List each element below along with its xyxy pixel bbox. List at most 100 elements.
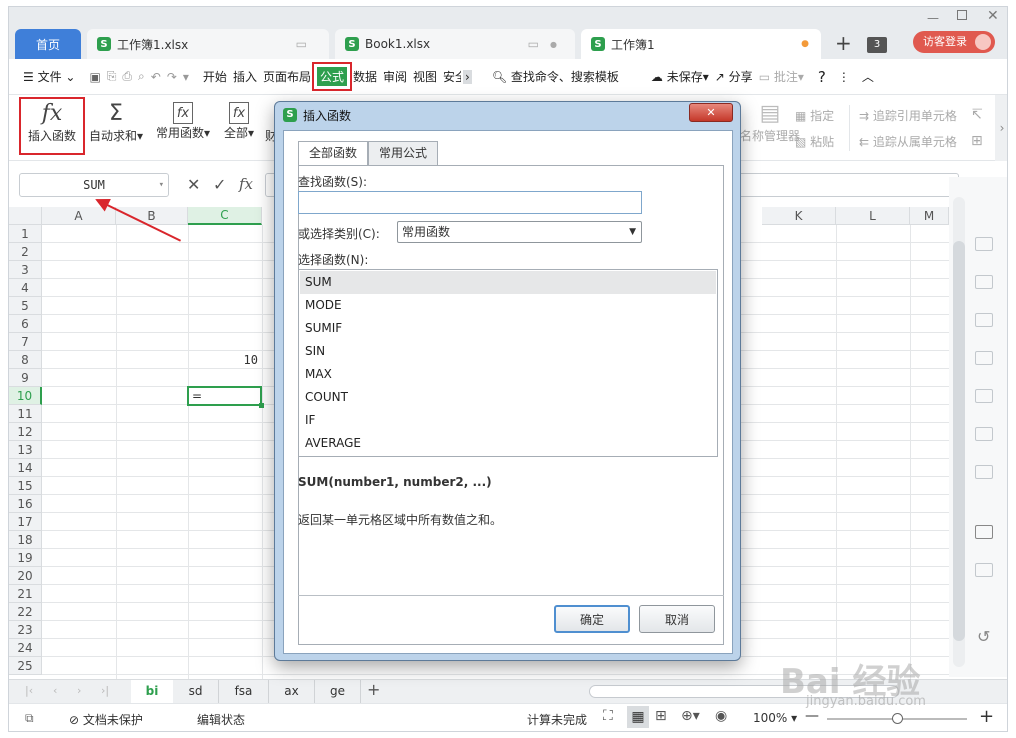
function-item-sumif[interactable]: SUMIF	[300, 317, 716, 340]
row-header[interactable]: 12	[9, 423, 42, 441]
row-header[interactable]: 18	[9, 531, 42, 549]
row-header[interactable]: 11	[9, 405, 42, 423]
row-header[interactable]: 20	[9, 567, 42, 585]
close-icon[interactable]: ✕	[987, 8, 999, 24]
cancel-button[interactable]: 取消	[639, 605, 715, 633]
zoom-slider-thumb[interactable]	[892, 713, 903, 724]
sheet-tab-ge[interactable]: ge	[315, 680, 361, 703]
function-list[interactable]: SUM MODE SUMIF SIN MAX COUNT IF AVERAGE	[298, 269, 718, 457]
more-options-icon[interactable]: ⋮	[838, 70, 850, 84]
eye-protect-icon[interactable]: ◉	[715, 708, 727, 724]
history-icon[interactable]: ↺	[977, 627, 990, 646]
tab-count-badge[interactable]: 3	[867, 37, 887, 53]
scrollbar-thumb[interactable]	[953, 241, 965, 641]
side-image-icon[interactable]	[975, 563, 993, 577]
help-icon[interactable]: ?	[818, 68, 826, 86]
zoom-out-icon[interactable]: —	[805, 708, 819, 724]
macro-icon[interactable]: ⧉	[25, 711, 34, 726]
category-select[interactable]: 常用函数 ▼	[397, 221, 642, 243]
login-button[interactable]: 访客登录	[913, 31, 995, 53]
row-header[interactable]: 6	[9, 315, 42, 333]
ok-button[interactable]: 确定	[554, 605, 630, 633]
menu-insert[interactable]: 插入	[233, 68, 257, 85]
function-item-sin[interactable]: SIN	[300, 340, 716, 363]
specify-button[interactable]: ▦ 指定	[795, 107, 834, 124]
protect-status[interactable]: ⊘ 文档未保护	[69, 711, 143, 728]
row-header[interactable]: 25	[9, 657, 42, 675]
sheet-nav-first-icon[interactable]: |‹	[25, 684, 33, 697]
function-item-average[interactable]: AVERAGE	[300, 432, 716, 455]
undo-icon[interactable]: ↶	[151, 70, 161, 84]
sheet-tab-ax[interactable]: ax	[269, 680, 315, 703]
all-functions-button[interactable]: fx 全部▾	[221, 99, 257, 155]
row-header[interactable]: 16	[9, 495, 42, 513]
menu-security[interactable]: 安全	[443, 68, 461, 85]
side-grid-icon[interactable]	[975, 313, 993, 327]
row-header[interactable]: 13	[9, 441, 42, 459]
menu-file[interactable]: ☰ 文件 ⌄	[23, 68, 75, 85]
comment-button[interactable]: ▭ 批注▾	[759, 68, 804, 85]
function-item-max[interactable]: MAX	[300, 363, 716, 386]
sheet-tab-sd[interactable]: sd	[173, 680, 219, 703]
maximize-icon[interactable]	[957, 10, 967, 20]
common-functions-button[interactable]: fx 常用函数▾	[153, 99, 213, 155]
sheet-tab-fsa[interactable]: fsa	[219, 680, 269, 703]
sheet-nav-next-icon[interactable]: ›	[77, 684, 81, 697]
menu-start[interactable]: 开始	[203, 68, 227, 85]
name-box[interactable]: SUM ▾	[19, 173, 169, 197]
select-all-corner[interactable]	[9, 207, 42, 225]
split-view-icon[interactable]: ⊕▾	[681, 708, 700, 724]
menu-scroll-right-icon[interactable]: ›	[463, 69, 472, 84]
dialog-close-button[interactable]: ✕	[689, 103, 733, 122]
redo-icon[interactable]: ↷	[167, 70, 177, 84]
fill-handle[interactable]	[259, 403, 264, 408]
minimize-icon[interactable]: —	[927, 11, 939, 25]
row-header[interactable]: 10	[9, 387, 42, 405]
sheet-tab-bi[interactable]: bi	[131, 680, 173, 703]
row-header[interactable]: 4	[9, 279, 42, 297]
menu-formula[interactable]: 公式	[311, 62, 352, 91]
zoom-level[interactable]: 100% ▾	[753, 711, 797, 725]
row-header[interactable]: 7	[9, 333, 42, 351]
monitor-icon[interactable]: ▭	[528, 37, 539, 51]
row-header[interactable]: 15	[9, 477, 42, 495]
print-icon[interactable]: ⎙	[122, 69, 132, 84]
row-header[interactable]: 3	[9, 261, 42, 279]
row-header[interactable]: 21	[9, 585, 42, 603]
tab-doc2[interactable]: S Book1.xlsx ▭ ●	[335, 29, 575, 59]
normal-view-icon[interactable]: ▦	[627, 706, 649, 728]
insert-function-button[interactable]: fx 插入函数	[19, 97, 85, 155]
unsaved-button[interactable]: ☁ 未保存▾	[651, 68, 709, 85]
row-header[interactable]: 23	[9, 621, 42, 639]
trace-dependents-button[interactable]: ⇇ 追踪从属单元格	[859, 133, 957, 150]
function-item-if[interactable]: IF	[300, 409, 716, 432]
fx-icon[interactable]: fx	[239, 175, 253, 193]
name-manager-button[interactable]: ▤ 名称管理器	[739, 99, 801, 155]
tab-doc1[interactable]: S 工作簿1.xlsx ▭	[87, 29, 329, 59]
row-header[interactable]: 24	[9, 639, 42, 657]
tab-doc3[interactable]: S 工作簿1 ●	[581, 29, 821, 59]
cell-c10-active[interactable]: =	[187, 386, 264, 408]
monitor-icon[interactable]: ▭	[296, 37, 307, 51]
row-header[interactable]: 5	[9, 297, 42, 315]
row-header[interactable]: 1	[9, 225, 42, 243]
side-settings-icon[interactable]	[975, 389, 993, 403]
trace-precedents-button[interactable]: ⇉ 追踪引用单元格	[859, 107, 957, 124]
sheet-nav-last-icon[interactable]: ›|	[101, 684, 109, 697]
menu-view[interactable]: 视图	[413, 68, 437, 85]
autosum-button[interactable]: Σ 自动求和▾	[87, 99, 145, 155]
remove-arrows-icon[interactable]: ⊞	[971, 133, 983, 149]
row-header[interactable]: 9	[9, 369, 42, 387]
column-header-l[interactable]: L	[836, 207, 910, 225]
add-sheet-icon[interactable]: +	[367, 680, 380, 699]
row-header[interactable]: 22	[9, 603, 42, 621]
save-icon[interactable]: ▣	[89, 70, 100, 84]
sheet-nav-prev-icon[interactable]: ‹	[53, 684, 57, 697]
page-view-icon[interactable]: ⊞	[655, 708, 667, 724]
new-tab-icon[interactable]: +	[835, 31, 852, 55]
tab-home[interactable]: 首页	[15, 29, 81, 59]
preview-icon[interactable]: ⌕	[138, 69, 145, 84]
side-shape-icon[interactable]	[975, 275, 993, 289]
row-header[interactable]: 19	[9, 549, 42, 567]
row-header[interactable]: 17	[9, 513, 42, 531]
